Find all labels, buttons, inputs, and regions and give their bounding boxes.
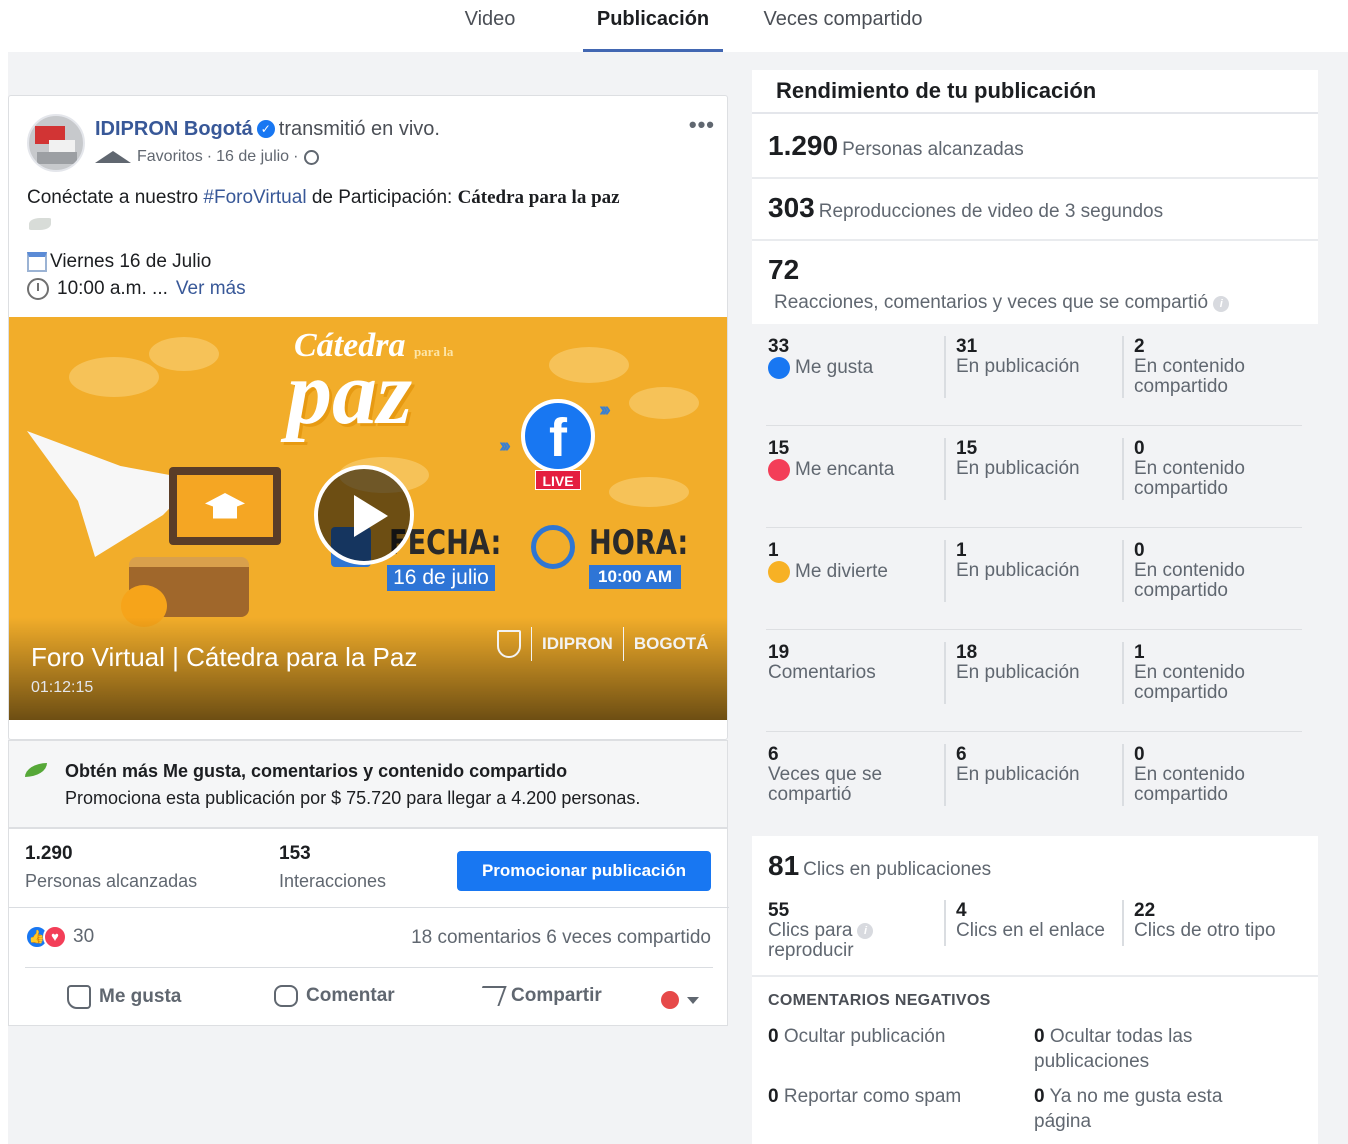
- thumbs-up-icon: [67, 985, 91, 1009]
- calendar-icon: [27, 252, 47, 272]
- hashtag-link[interactable]: #ForoVirtual: [203, 187, 306, 208]
- bogota-logo: BOGOTÁ: [633, 634, 709, 653]
- laptop-illustration: [169, 467, 281, 545]
- reactions-summary[interactable]: 👍 ♥ 30: [25, 925, 94, 949]
- panel-title: Rendimiento de tu publicación: [776, 78, 1097, 103]
- dove-emoji-icon: [29, 218, 51, 230]
- post-stats: 1.290 Personas alcanzadas 153 Interaccio…: [8, 828, 729, 1026]
- play-button[interactable]: [314, 465, 414, 565]
- clicks-link: 4 Clics en el enlace: [956, 900, 1105, 941]
- reaction-row-likes: 33 Me gusta 31 En publicación 2 En contenid…: [752, 324, 1318, 426]
- tab-publicacion[interactable]: Publicación: [583, 8, 723, 52]
- arrows-icon: ›››: [499, 435, 511, 457]
- facebook-logo-icon: f: [521, 399, 595, 473]
- video-title: Foro Virtual | Cátedra para la Paz: [31, 642, 418, 672]
- promotion-title: Obtén más Me gusta, comentarios y conten…: [65, 761, 568, 781]
- see-more-link[interactable]: Ver más: [176, 278, 246, 300]
- city-shield-icon: [497, 630, 521, 658]
- post-date[interactable]: 16 de julio: [216, 148, 289, 166]
- share-button[interactable]: Compartir: [475, 985, 602, 1007]
- favorites-icon: [95, 151, 131, 163]
- arrows-icon: ›››: [599, 399, 611, 421]
- negative-spam: 0 Reportar como spam: [768, 1086, 962, 1107]
- reactions-breakdown: 33 Me gusta 31 En publicación 2 En contenid…: [752, 324, 1318, 836]
- post-text: Conéctate a nuestro #ForoVirtual de Part…: [27, 187, 620, 208]
- post-performance-panel: Rendimiento de tu publicación 1.290 Perso…: [752, 70, 1318, 1144]
- leaf-icon: [25, 763, 47, 777]
- interactions-stat: 153 Interacciones: [279, 843, 387, 891]
- clicks-other: 22 Clics de otro tipo: [1134, 900, 1276, 941]
- hora-value: 10:00 AM: [589, 565, 681, 589]
- chevron-down-icon: [687, 996, 699, 1004]
- more-options-icon[interactable]: •••: [689, 112, 715, 138]
- video-plays-metric: 303 Reproducciones de video de 3 segundos: [768, 192, 1164, 223]
- reach-stat: 1.290 Personas alcanzadas: [25, 843, 198, 891]
- comments-shares-summary: 18 comentarios 6 veces compartido: [411, 927, 711, 949]
- reaction-row-love: 15 Me encanta 15 En publicación 0 En conten…: [752, 426, 1318, 528]
- reactions-count: 30: [73, 926, 95, 947]
- clock-icon: [27, 278, 49, 300]
- post-as-selector[interactable]: [659, 989, 699, 1011]
- globe-icon: [304, 149, 320, 165]
- engagement-metric: 72 Reacciones, comentarios y veces que s…: [768, 254, 1230, 314]
- like-reaction-icon: [768, 357, 790, 379]
- live-badge: LIVE: [535, 470, 581, 490]
- clicks-metric: 81 Clics en publicaciones: [768, 850, 992, 881]
- comments-count-link[interactable]: 18 comentarios: [411, 927, 541, 948]
- tab-veces-compartido[interactable]: Veces compartido: [756, 8, 930, 52]
- hora-label: HORA:: [589, 523, 689, 563]
- audience-label: Favoritos: [137, 148, 203, 165]
- haha-reaction-icon: [768, 561, 790, 583]
- video-player[interactable]: Cátedra para la paz f LIVE ››› ››› FECHA…: [9, 317, 727, 720]
- info-icon[interactable]: i: [857, 923, 874, 939]
- promotion-banner: Obtén más Me gusta, comentarios y conten…: [8, 740, 728, 828]
- idipron-logo: IDIPRON: [542, 634, 613, 653]
- love-reaction-icon: ♥: [43, 925, 67, 949]
- page-mini-avatar: [659, 989, 681, 1011]
- post-action: transmitió en vivo.: [278, 118, 440, 140]
- comment-bubble-icon: [274, 985, 298, 1007]
- fecha-value: 16 de julio: [387, 565, 495, 591]
- reaction-row-haha: 1 Me divierte 1 En publicación 0 En conteni…: [752, 528, 1318, 630]
- video-duration: 01:12:15: [31, 679, 94, 696]
- tab-video[interactable]: Video: [462, 8, 518, 52]
- video-logos: IDIPRON BOGOTÁ: [497, 627, 708, 661]
- tab-bar: Video Publicación Veces compartido: [0, 0, 1348, 52]
- reach-metric: 1.290 Personas alcanzadas: [768, 130, 1024, 161]
- post-card: IDIPRON Bogotá ✓ transmitió en vivo. Favor…: [8, 95, 728, 740]
- verified-badge-icon: ✓: [256, 120, 275, 138]
- share-arrow-icon: [475, 986, 507, 1006]
- info-icon[interactable]: i: [1213, 296, 1230, 312]
- clock-icon: [531, 525, 575, 569]
- negative-unlike-page: 0 Ya no me gusta esta página: [1034, 1086, 1223, 1132]
- page-avatar[interactable]: [27, 114, 85, 172]
- post-time-line: 10:00 a.m. ... Ver más: [27, 278, 246, 300]
- negative-feedback-title: COMENTARIOS NEGATIVOS: [768, 992, 991, 1009]
- negative-hide-post: 0 Ocultar publicación: [768, 1026, 946, 1047]
- post-date-line: Viernes 16 de Julio: [27, 251, 211, 273]
- comment-button[interactable]: Comentar: [274, 985, 395, 1007]
- negative-hide-all: 0 Ocultar todas las publicaciones: [1034, 1026, 1193, 1072]
- like-button[interactable]: Me gusta: [67, 985, 181, 1009]
- promotion-subtitle: Promociona esta publicación por $ 75.720…: [65, 788, 641, 808]
- reaction-row-shares: 6 Veces que se compartió 6 En publicación 0…: [768, 744, 1245, 806]
- boost-post-button[interactable]: Promocionar publicación: [457, 851, 711, 891]
- page-name-link[interactable]: IDIPRON Bogotá: [95, 118, 253, 140]
- video-brand-paz: paz: [287, 344, 413, 443]
- clicks-play: 55 Clics para i reproducir: [768, 900, 874, 961]
- reaction-row-comments: 19 Comentarios 18 En publicación 1 En conte…: [752, 630, 1318, 732]
- post-header: IDIPRON Bogotá ✓ transmitió en vivo.: [95, 118, 440, 141]
- shares-count-link[interactable]: 6 veces compartido: [546, 927, 711, 948]
- post-meta: Favoritos · 16 de julio ·: [95, 148, 320, 166]
- clicks-section: 81 Clics en publicaciones 55 Clics para i re…: [752, 836, 1318, 976]
- post-actions: Me gusta Comentar Compartir: [9, 979, 729, 1019]
- love-reaction-icon: [768, 459, 790, 481]
